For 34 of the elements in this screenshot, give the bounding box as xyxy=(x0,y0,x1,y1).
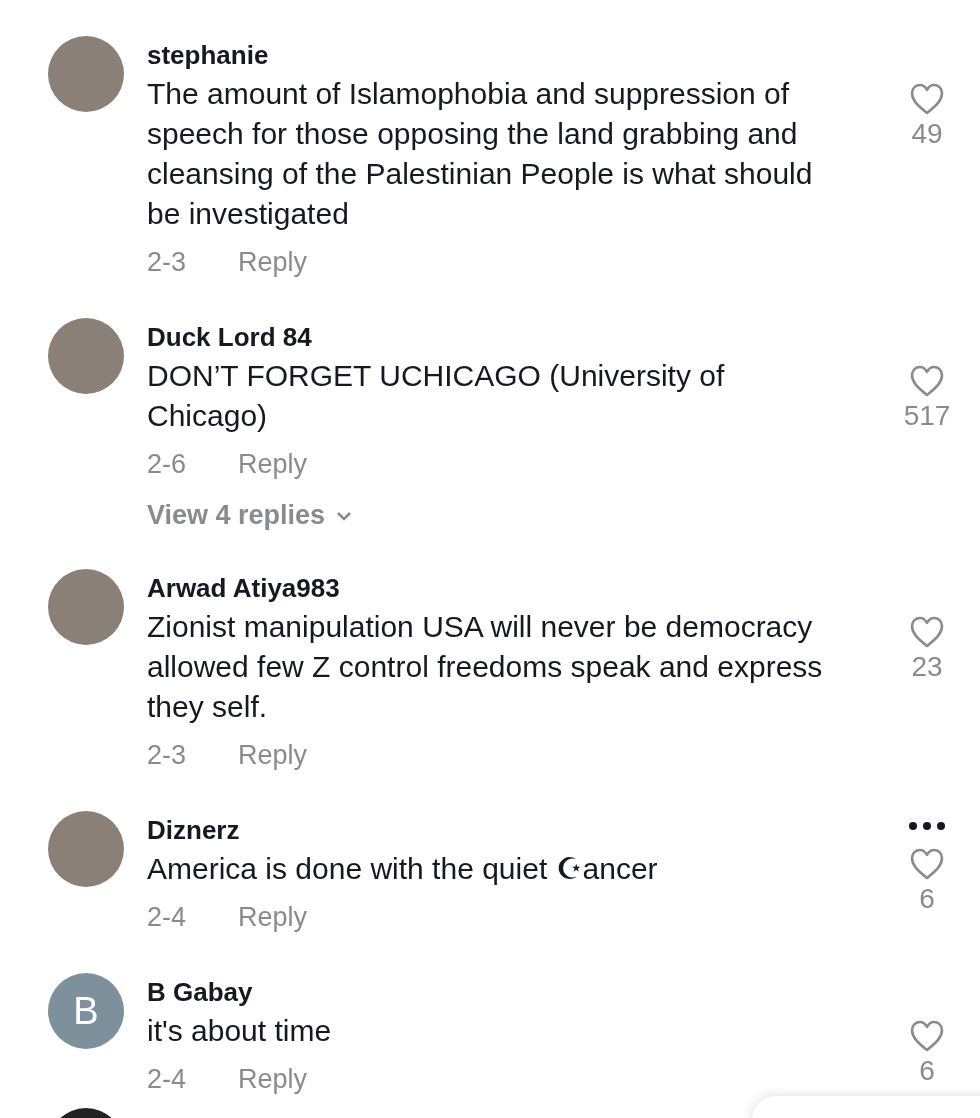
reply-link[interactable]: Reply xyxy=(238,899,308,935)
chevron-down-icon xyxy=(335,509,354,522)
view-replies-link[interactable]: View 4 replies xyxy=(147,500,354,531)
reply-link[interactable]: Reply xyxy=(238,446,308,482)
comment-text: The amount of Islamophobia and suppression of speech for those opposing the land grabbing and cleansing of the Palestinian People is what should be investigated xyxy=(147,76,814,232)
username[interactable]: Duck Lord 84 xyxy=(147,318,312,356)
reply-link[interactable]: Reply xyxy=(238,1061,308,1097)
avatar[interactable]: B xyxy=(48,973,124,1049)
username[interactable]: Arwad Atiya983 xyxy=(147,569,340,607)
more-options-icon[interactable] xyxy=(907,821,947,831)
comment-text: Zionist manipulation USA will never be democracy allowed few Z control freedoms speak and express they self. xyxy=(147,609,824,725)
username[interactable]: stephanie xyxy=(147,36,269,74)
reply-link[interactable]: Reply xyxy=(238,737,308,773)
reply-link[interactable]: Reply xyxy=(238,244,308,280)
heart-icon[interactable] xyxy=(909,364,945,398)
comment-text: it's about time xyxy=(147,1013,333,1049)
comment-date: 2-6 xyxy=(147,448,187,481)
like-count: 49 xyxy=(911,117,943,151)
like-count: 23 xyxy=(911,650,943,684)
heart-icon[interactable] xyxy=(909,1019,945,1053)
username[interactable]: Diznerz xyxy=(147,811,240,849)
comment-date: 2-4 xyxy=(147,1063,187,1096)
like-count: 6 xyxy=(919,882,935,916)
username[interactable]: B Gabay xyxy=(147,973,253,1011)
comment-date: 2-3 xyxy=(147,739,187,772)
like-count: 6 xyxy=(919,1054,935,1088)
comment-text: DON’T FORGET UCHICAGO (University of Chicago) xyxy=(147,358,726,434)
heart-icon[interactable] xyxy=(909,82,945,116)
comment-date: 2-4 xyxy=(147,901,187,934)
comment-text: America is done with the quiet ☪ancer xyxy=(147,851,659,887)
like-count: 517 xyxy=(903,399,951,433)
heart-icon[interactable] xyxy=(909,615,945,649)
heart-icon[interactable] xyxy=(909,847,945,881)
comment-date: 2-3 xyxy=(147,246,187,279)
